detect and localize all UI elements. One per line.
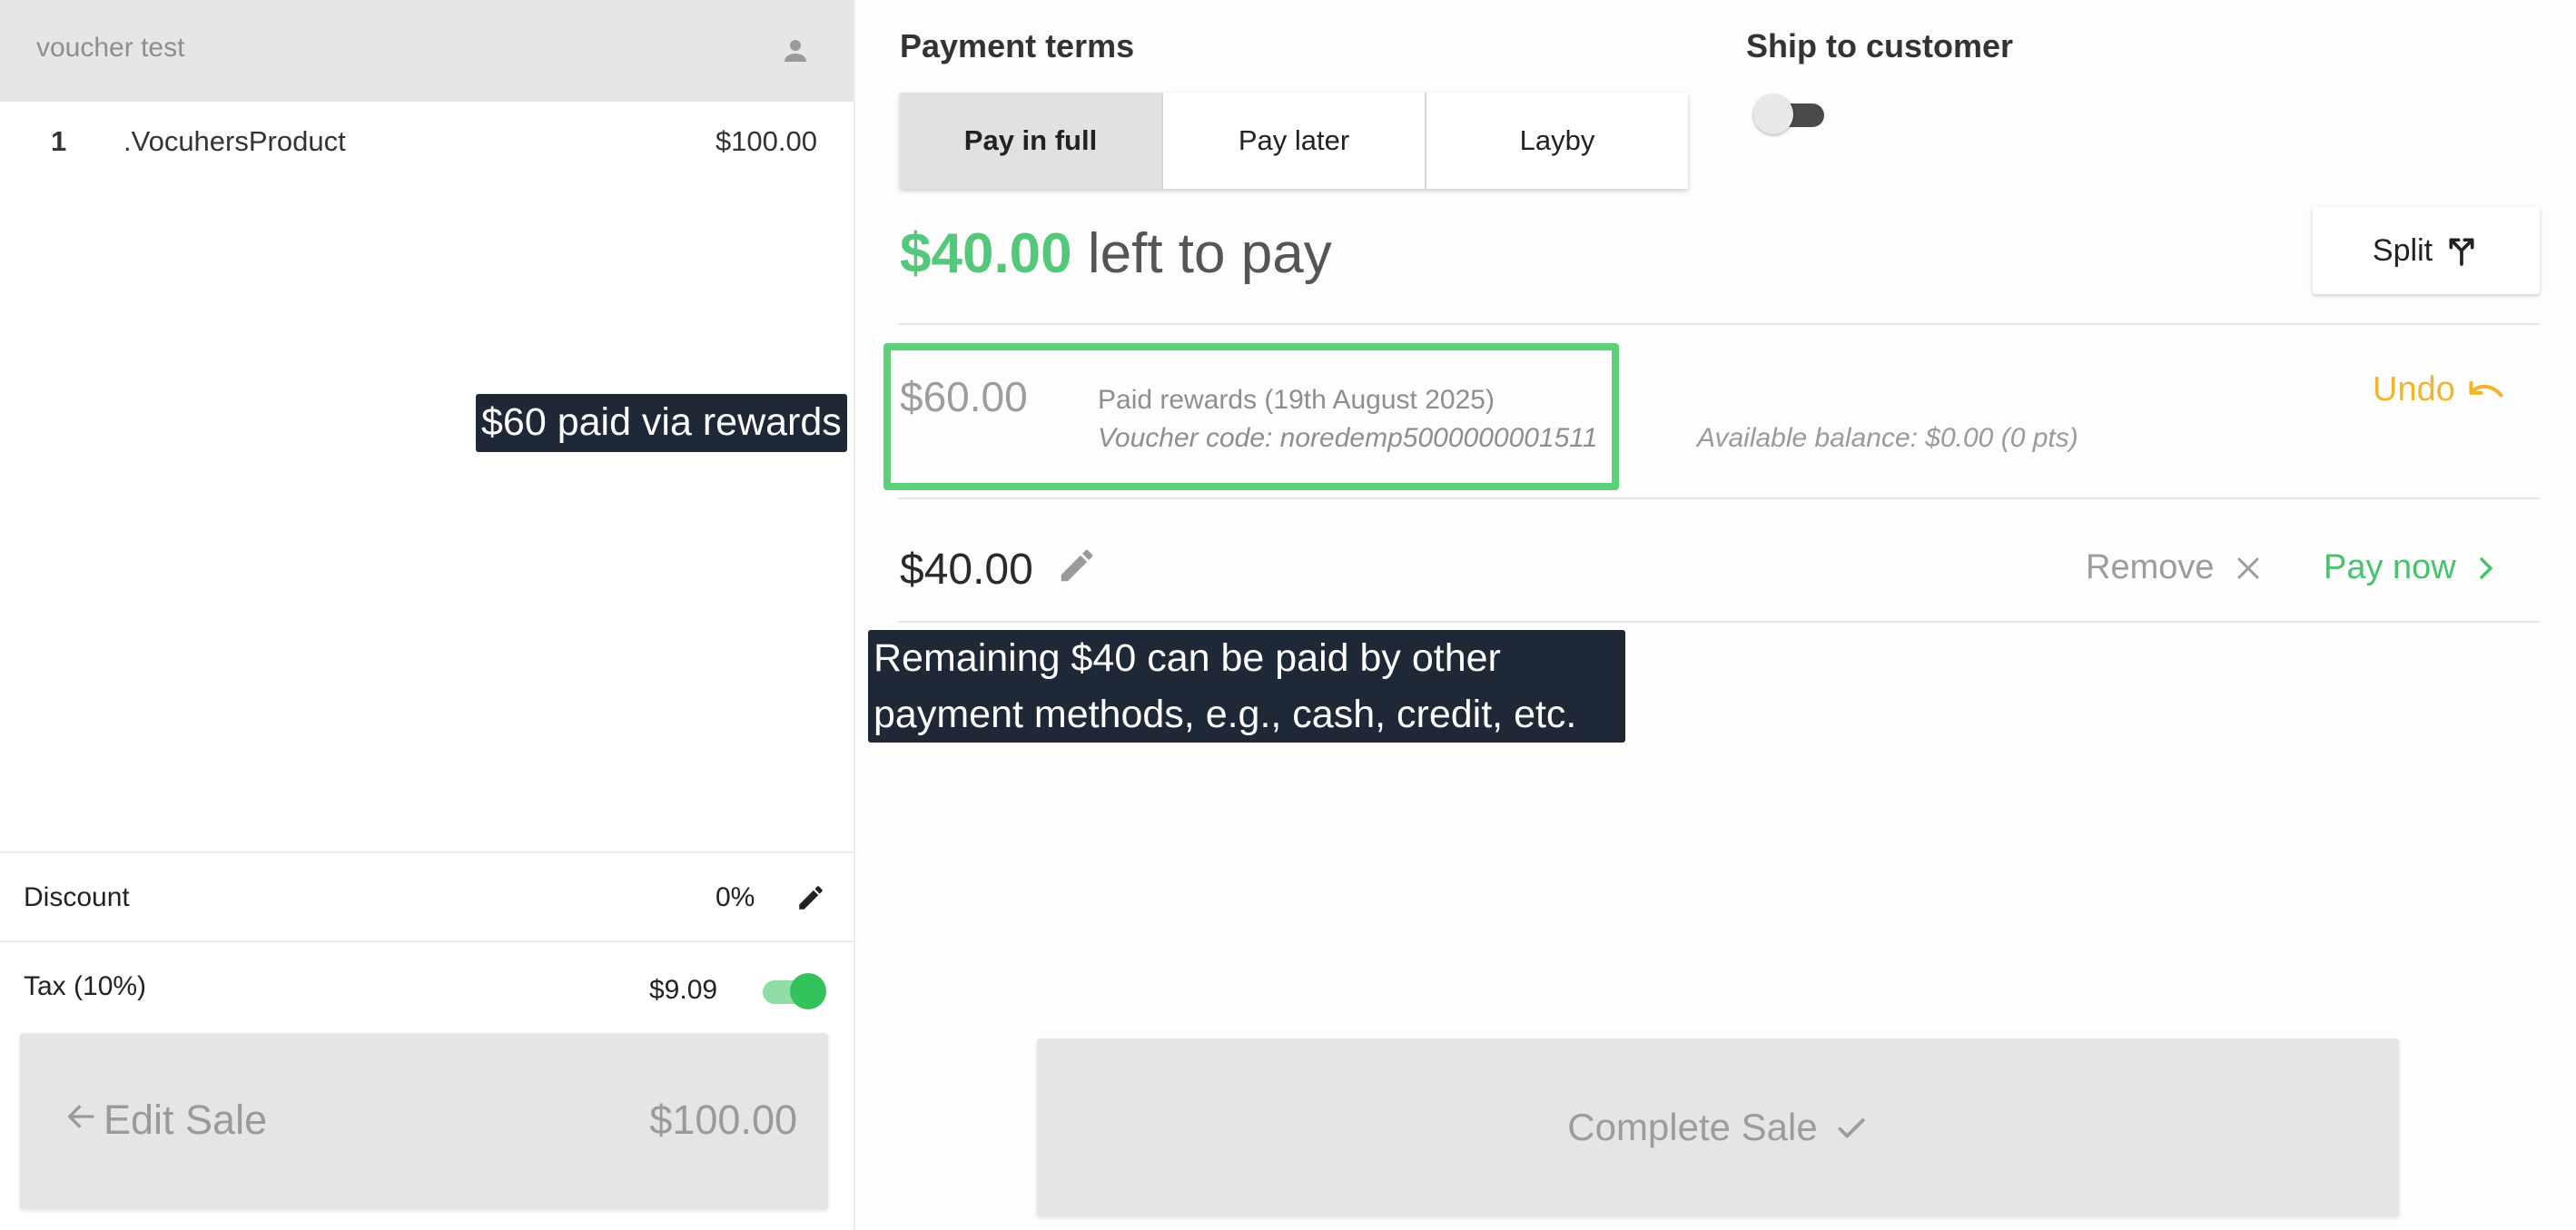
check-icon (1838, 1118, 1865, 1138)
edit-sale-label: Edit Sale (104, 1097, 268, 1143)
customer-name: voucher test (36, 33, 185, 63)
split-button[interactable]: Split (2313, 207, 2540, 294)
discount-value: 0% (716, 882, 755, 912)
ship-toggle-knob (1753, 94, 1793, 134)
divider (898, 497, 2540, 499)
left-to-pay: $40.00 left to pay (900, 221, 1332, 286)
line-item[interactable]: 1 .VocuhersProduct $100.00 (0, 118, 854, 163)
left-to-pay-amount: $40.00 (900, 222, 1072, 285)
complete-sale-label: Complete Sale (1567, 1106, 1818, 1148)
line-item-name: .VocuhersProduct (123, 125, 346, 157)
undo-arrow-icon (2469, 380, 2503, 398)
pay-now-button[interactable]: Pay now (2324, 548, 2496, 587)
chevron-right-icon (2480, 556, 2492, 579)
pay-now-label: Pay now (2324, 548, 2456, 586)
divider (898, 621, 2540, 623)
person-icon[interactable] (779, 34, 812, 67)
close-icon (2237, 557, 2258, 578)
reward-highlight-box (883, 343, 1619, 490)
arrow-left-icon (67, 1105, 94, 1128)
tax-value: $9.09 (649, 975, 718, 1005)
annotation-remaining-note: Remaining $40 can be paid by other payme… (868, 630, 1625, 743)
annotation-remaining-line1: Remaining $40 can be paid by other (873, 636, 1501, 680)
pending-payment-amount: $40.00 (900, 546, 1033, 594)
remove-payment-button[interactable]: Remove (2086, 548, 2262, 587)
edit-sale-button[interactable]: Edit Sale $100.00 (20, 1033, 828, 1209)
tax-label: Tax (10%) (24, 971, 147, 1001)
pay-in-full-button[interactable]: Pay in full (900, 93, 1163, 189)
tax-toggle[interactable] (759, 973, 826, 1009)
customer-bar[interactable]: voucher test (0, 0, 854, 102)
edit-sale-total: $100.00 (649, 1097, 797, 1143)
annotation-rewards-note: $60 paid via rewards (476, 394, 847, 452)
line-item-price: $100.00 (715, 125, 817, 157)
edit-discount-pencil-icon[interactable] (795, 882, 826, 913)
divider (898, 323, 2540, 325)
sale-summary-panel: voucher test 1 .VocuhersProduct $100.00 … (0, 0, 855, 1230)
pay-later-button[interactable]: Pay later (1163, 93, 1426, 189)
ship-to-customer-toggle[interactable] (1753, 94, 1828, 134)
split-button-label: Split (2372, 232, 2433, 268)
undo-button[interactable]: Undo (2373, 370, 2506, 409)
payment-panel: Payment terms Ship to customer Pay in fu… (856, 0, 2576, 1230)
tax-toggle-knob (790, 973, 826, 1009)
tax-row: Tax (10%) $9.09 (0, 940, 854, 1031)
payment-terms-selector: Pay in full Pay later Layby (900, 93, 1688, 189)
edit-amount-pencil-icon[interactable] (1056, 545, 1098, 586)
left-to-pay-label: left to pay (1087, 222, 1332, 285)
line-item-qty: 1 (51, 125, 67, 157)
ship-to-customer-title: Ship to customer (1746, 27, 2014, 64)
payment-terms-title: Payment terms (900, 27, 1135, 64)
layby-button[interactable]: Layby (1426, 93, 1688, 189)
discount-label: Discount (24, 882, 130, 912)
annotation-remaining-line2: payment methods, e.g., cash, credit, etc… (873, 693, 1577, 736)
remove-label: Remove (2086, 548, 2215, 586)
complete-sale-button[interactable]: Complete Sale (1037, 1038, 2399, 1216)
split-arrows-icon (2449, 238, 2474, 266)
discount-row: Discount 0% (0, 851, 854, 942)
available-balance: Available balance: $0.00 (0 pts) (1697, 423, 2078, 453)
undo-label: Undo (2373, 370, 2455, 408)
